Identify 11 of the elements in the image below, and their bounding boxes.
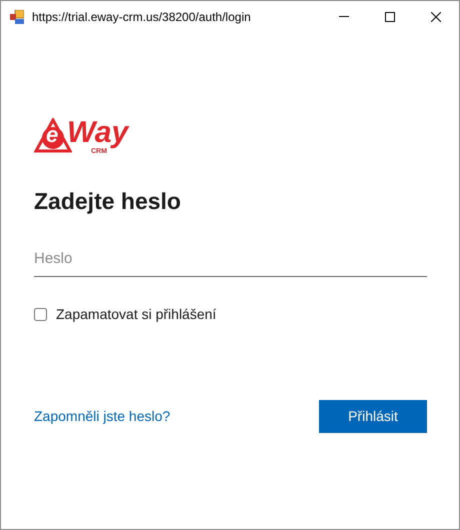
minimize-icon	[339, 16, 349, 17]
sign-in-button[interactable]: Přihlásit	[319, 400, 427, 432]
forgot-password-link[interactable]: Zapomněli jste heslo?	[34, 406, 170, 426]
remember-checkbox[interactable]	[34, 308, 47, 320]
window-title: https://trial.eway-crm.us/38200/auth/login	[32, 8, 251, 26]
remember-label: Zapamatovat si přihlášení	[56, 304, 216, 324]
password-field[interactable]: Heslo	[34, 240, 427, 276]
app-icon	[10, 10, 24, 24]
maximize-icon	[385, 12, 395, 22]
close-icon	[431, 12, 441, 22]
page-heading: Zadejte heslo	[34, 187, 182, 216]
